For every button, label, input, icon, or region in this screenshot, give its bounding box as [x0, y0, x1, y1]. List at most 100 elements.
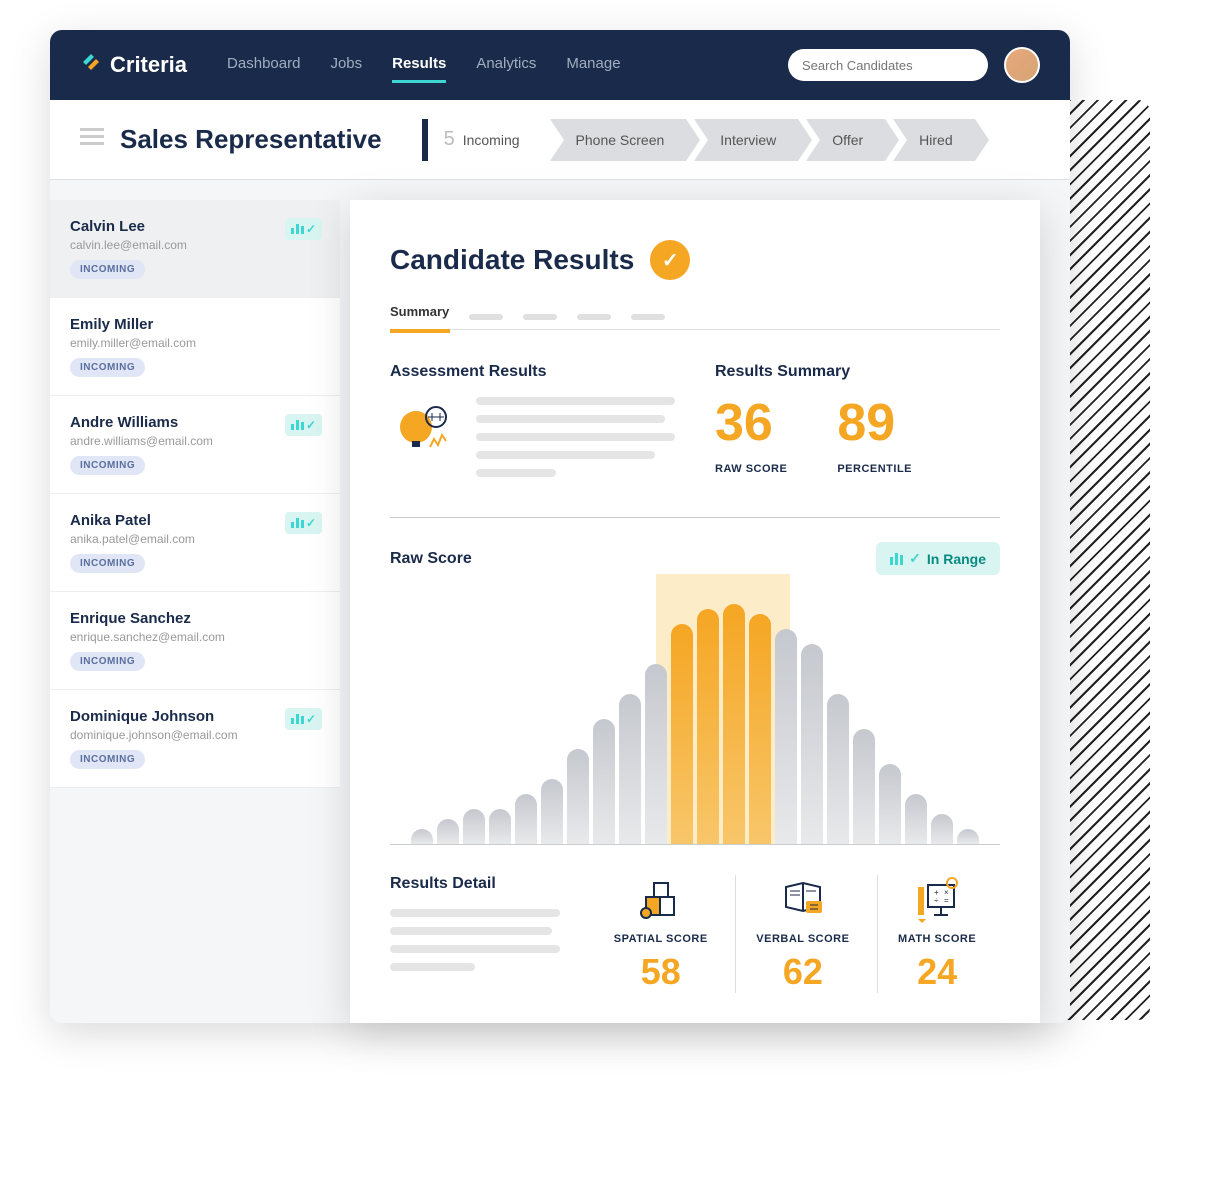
- results-tabs: Summary: [390, 304, 1000, 330]
- topbar: Criteria Dashboard Jobs Results Analytic…: [50, 30, 1070, 100]
- user-avatar[interactable]: [1004, 47, 1040, 83]
- lightbulb-icon: [390, 397, 460, 467]
- chart-bar: [879, 764, 901, 844]
- tab-summary[interactable]: Summary: [390, 304, 449, 329]
- nav-dashboard[interactable]: Dashboard: [227, 47, 300, 83]
- stage-label: Incoming: [463, 132, 520, 148]
- check-icon: ✓: [306, 418, 316, 432]
- bars-icon: [291, 714, 304, 724]
- candidate-status-tag: INCOMING: [70, 652, 145, 671]
- tab-placeholder[interactable]: [577, 314, 611, 320]
- brand-logo[interactable]: Criteria: [80, 51, 187, 79]
- candidate-status-tag: INCOMING: [70, 750, 145, 769]
- stage-count: 5: [444, 128, 455, 151]
- chart-bar: [541, 779, 563, 844]
- candidate-card[interactable]: Calvin Lee calvin.lee@email.com INCOMING ✓: [50, 200, 340, 298]
- detail-panel: Candidate Results ✓ Summary Assessment R…: [340, 180, 1070, 1023]
- chart-bar: [619, 694, 641, 844]
- candidate-status-tag: INCOMING: [70, 260, 145, 279]
- tab-placeholder[interactable]: [469, 314, 503, 320]
- search-box[interactable]: [788, 49, 988, 81]
- nav-analytics[interactable]: Analytics: [476, 47, 536, 83]
- detail-score-block: VERBAL SCORE 62: [735, 875, 869, 993]
- stage-interview[interactable]: Interview: [694, 119, 798, 161]
- chart-bar: [463, 809, 485, 844]
- chart-bar: [827, 694, 849, 844]
- bars-icon: [291, 420, 304, 430]
- candidate-name: Calvin Lee: [70, 218, 320, 235]
- assessment-text-placeholder: [476, 397, 675, 487]
- chart-bar: [593, 719, 615, 844]
- check-icon: ✓: [650, 240, 690, 280]
- chart-bar: [957, 829, 979, 844]
- stage-offer[interactable]: Offer: [806, 119, 885, 161]
- status-badge: ✓: [285, 218, 322, 240]
- candidate-name: Emily Miller: [70, 316, 320, 333]
- score-label: SPATIAL SCORE: [614, 933, 708, 945]
- candidate-name: Anika Patel: [70, 512, 320, 529]
- score-label: MATH SCORE: [898, 933, 976, 945]
- in-range-label: In Range: [927, 551, 986, 567]
- results-card: Candidate Results ✓ Summary Assessment R…: [350, 200, 1040, 1023]
- candidate-card[interactable]: Enrique Sanchez enrique.sanchez@email.com…: [50, 592, 340, 690]
- pipeline: 5 Incoming Phone Screen Interview Offer …: [422, 119, 975, 161]
- candidate-card[interactable]: Dominique Johnsondominique.johnson@email…: [50, 690, 340, 788]
- chart-bar: [489, 809, 511, 844]
- chart-bar: [567, 749, 589, 844]
- chart-bar: [437, 819, 459, 844]
- percentile-value: 89: [837, 397, 912, 449]
- candidate-email: calvin.lee@email.com: [70, 238, 320, 252]
- nav-results[interactable]: Results: [392, 47, 446, 83]
- svg-text:=: =: [944, 896, 949, 905]
- stage-hired[interactable]: Hired: [893, 119, 974, 161]
- tab-placeholder[interactable]: [631, 314, 665, 320]
- score-icon: [756, 875, 849, 925]
- candidate-status-tag: INCOMING: [70, 456, 145, 475]
- assessment-heading: Assessment Results: [390, 363, 675, 381]
- menu-icon[interactable]: [80, 128, 104, 151]
- logo-icon: [80, 51, 102, 79]
- results-title: Candidate Results: [390, 244, 634, 276]
- chart-bar: [931, 814, 953, 844]
- detail-scores: SPATIAL SCORE58VERBAL SCORE62+×÷=MATH SC…: [590, 875, 1000, 993]
- stage-phone-screen[interactable]: Phone Screen: [550, 119, 687, 161]
- percentile-block: 89 PERCENTILE: [837, 397, 912, 475]
- brand-name: Criteria: [110, 52, 187, 78]
- nav-jobs[interactable]: Jobs: [330, 47, 362, 83]
- candidate-email: enrique.sanchez@email.com: [70, 630, 320, 644]
- raw-score-label: RAW SCORE: [715, 463, 787, 475]
- candidate-email: andre.williams@email.com: [70, 434, 320, 448]
- bars-icon: [291, 224, 304, 234]
- chart-bar: [411, 829, 433, 844]
- chart-bar: [853, 729, 875, 844]
- chart-bar: [723, 604, 745, 844]
- search-input[interactable]: [802, 58, 974, 73]
- detail-score-block: +×÷=MATH SCORE24: [877, 875, 996, 993]
- check-icon: ✓: [306, 712, 316, 726]
- score-label: VERBAL SCORE: [756, 933, 849, 945]
- chart-bar: [749, 614, 771, 844]
- chart-bar: [775, 629, 797, 844]
- nav-manage[interactable]: Manage: [566, 47, 620, 83]
- candidate-card[interactable]: Andre Williams andre.williams@email.com IN…: [50, 396, 340, 494]
- check-icon: ✓: [306, 222, 316, 236]
- bars-icon: [291, 518, 304, 528]
- candidate-name: Andre Williams: [70, 414, 320, 431]
- summary-heading: Results Summary: [715, 363, 1000, 381]
- main-area: Calvin Lee calvin.lee@email.com INCOMING ✓ E…: [50, 180, 1070, 1023]
- candidate-name: Dominique Johnson: [70, 708, 320, 725]
- bars-icon: [890, 553, 903, 565]
- candidate-card[interactable]: Emily Miller emily.miller@email.com INCOMI…: [50, 298, 340, 396]
- in-range-badge: ✓ In Range: [876, 542, 1000, 575]
- candidate-card[interactable]: Anika Patelanika.patel@email.comINCOMING…: [50, 494, 340, 592]
- candidate-name: Enrique Sanchez: [70, 610, 320, 627]
- candidate-status-tag: INCOMING: [70, 358, 145, 377]
- stage-incoming[interactable]: 5 Incoming: [422, 119, 542, 161]
- tab-placeholder[interactable]: [523, 314, 557, 320]
- raw-score-heading: Raw Score: [390, 550, 472, 568]
- candidate-email: emily.miller@email.com: [70, 336, 320, 350]
- score-icon: +×÷=: [898, 875, 976, 925]
- svg-text:÷: ÷: [934, 896, 939, 905]
- score-value: 62: [756, 951, 849, 993]
- raw-score-block: 36 RAW SCORE: [715, 397, 787, 475]
